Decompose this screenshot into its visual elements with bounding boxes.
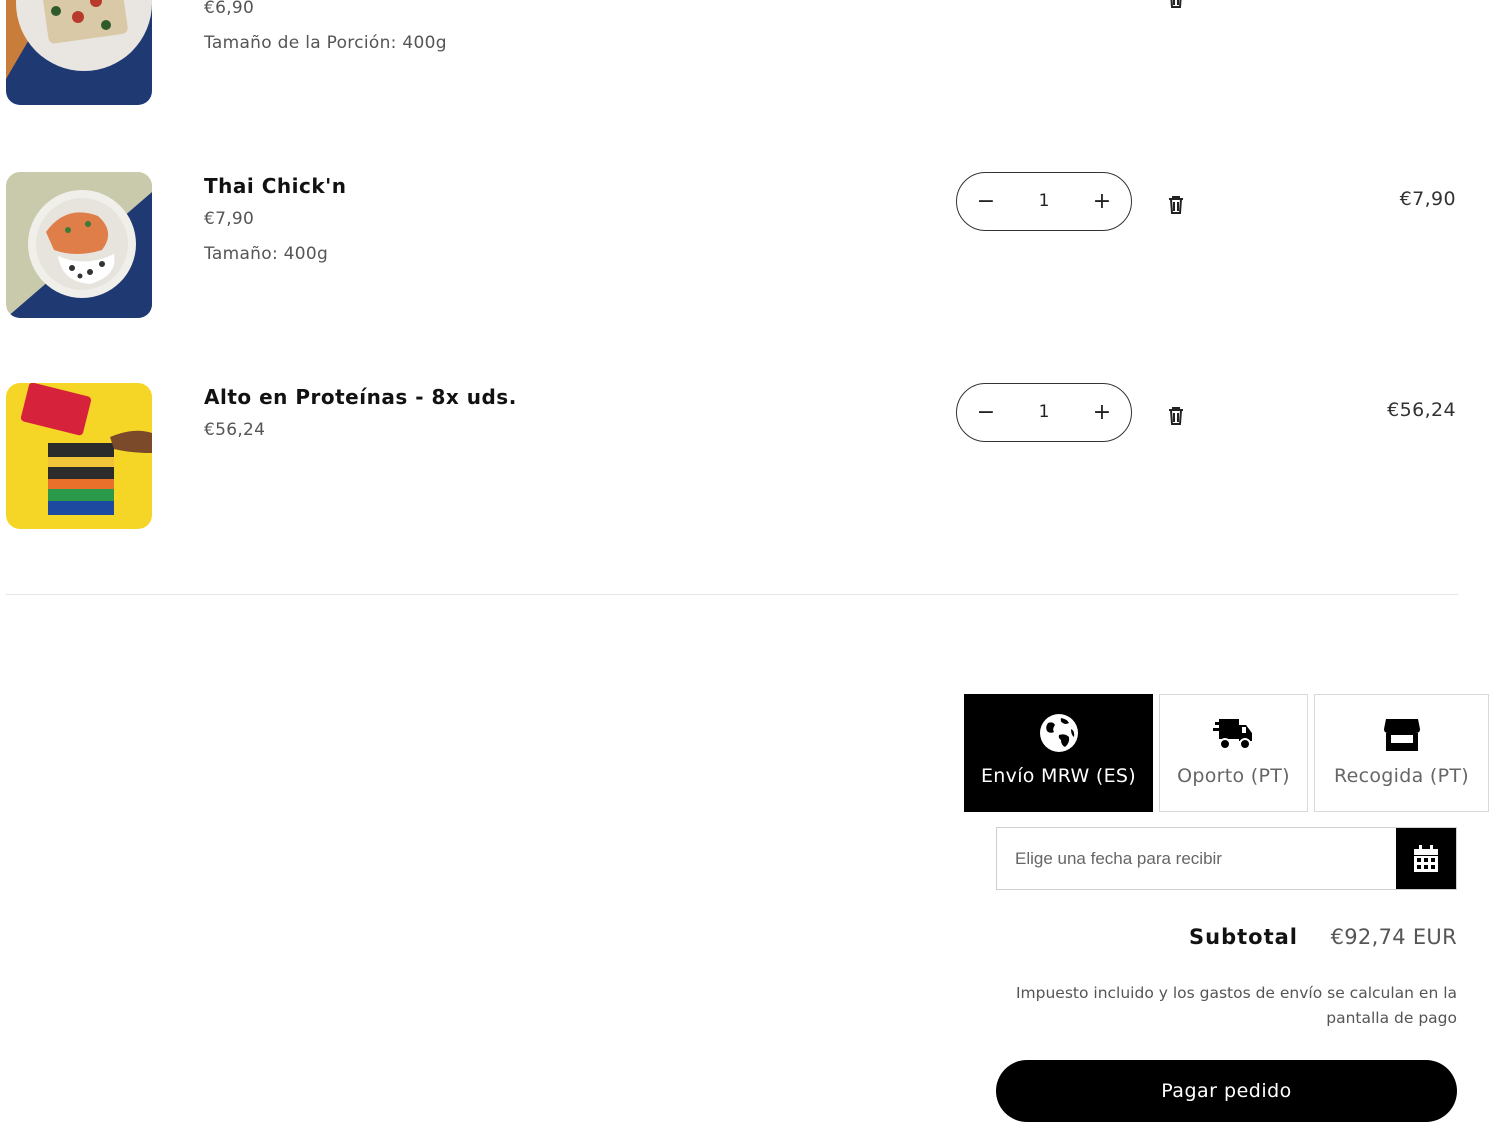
divider (6, 594, 1458, 595)
decrease-quantity-button[interactable]: − (957, 173, 1015, 229)
item-unit-price: €56,24 (204, 420, 266, 440)
item-size: Tamaño: 400g (204, 244, 329, 264)
trash-icon[interactable] (1165, 0, 1187, 10)
increase-quantity-button[interactable]: + (1073, 384, 1131, 440)
quantity-stepper: − 1 + (956, 172, 1132, 231)
delivery-date-input[interactable] (997, 828, 1395, 889)
decrease-quantity-button[interactable]: − (957, 384, 1015, 440)
shipping-option-label: Envío MRW (ES) (981, 765, 1136, 787)
shipping-option-label: Oporto (PT) (1177, 765, 1290, 787)
item-name[interactable]: Alto en Proteínas - 8x uds. (204, 385, 517, 409)
store-icon (1315, 713, 1488, 753)
calendar-icon (1414, 844, 1438, 872)
cart-item: €6,90 Tamaño de la Porción: 400g − 1 + (0, 0, 1500, 110)
item-unit-price: €7,90 (204, 209, 255, 229)
globe-icon (965, 713, 1152, 753)
cart-item: Alto en Proteínas - 8x uds. €56,24 − 1 +… (0, 383, 1500, 533)
trash-icon[interactable] (1165, 405, 1187, 427)
shipping-option-label: Recogida (PT) (1334, 765, 1469, 787)
quantity-value[interactable]: 1 (1015, 384, 1073, 440)
quantity-stepper: − 1 + (956, 383, 1132, 442)
product-image[interactable] (6, 172, 152, 318)
item-unit-price: €6,90 (204, 0, 255, 18)
subtotal-label: Subtotal (1189, 925, 1298, 949)
item-size: Tamaño de la Porción: 400g (204, 33, 447, 53)
increase-quantity-button[interactable]: + (1073, 173, 1131, 229)
calendar-button[interactable] (1396, 828, 1456, 889)
quantity-value[interactable]: 1 (1015, 173, 1073, 229)
tax-note: Impuesto incluido y los gastos de envío … (1015, 984, 1457, 1027)
shipping-option-mrw[interactable]: Envío MRW (ES) (964, 694, 1153, 812)
trash-icon[interactable] (1165, 194, 1187, 216)
cart-item: Thai Chick'n €7,90 Tamaño: 400g − 1 + €7… (0, 172, 1500, 322)
line-total: €7,90 (1399, 188, 1456, 210)
delivery-date-picker (996, 827, 1457, 890)
product-image[interactable] (6, 383, 152, 529)
line-total: €56,24 (1387, 399, 1456, 421)
shipping-option-recogida[interactable]: Recogida (PT) (1314, 694, 1489, 812)
checkout-button[interactable]: Pagar pedido (996, 1060, 1457, 1122)
subtotal-value: €92,74 EUR (1330, 925, 1457, 949)
item-name[interactable]: Thai Chick'n (204, 174, 346, 198)
product-image[interactable] (6, 0, 152, 105)
delivery-truck-icon (1160, 713, 1307, 753)
shipping-option-oporto[interactable]: Oporto (PT) (1159, 694, 1308, 812)
